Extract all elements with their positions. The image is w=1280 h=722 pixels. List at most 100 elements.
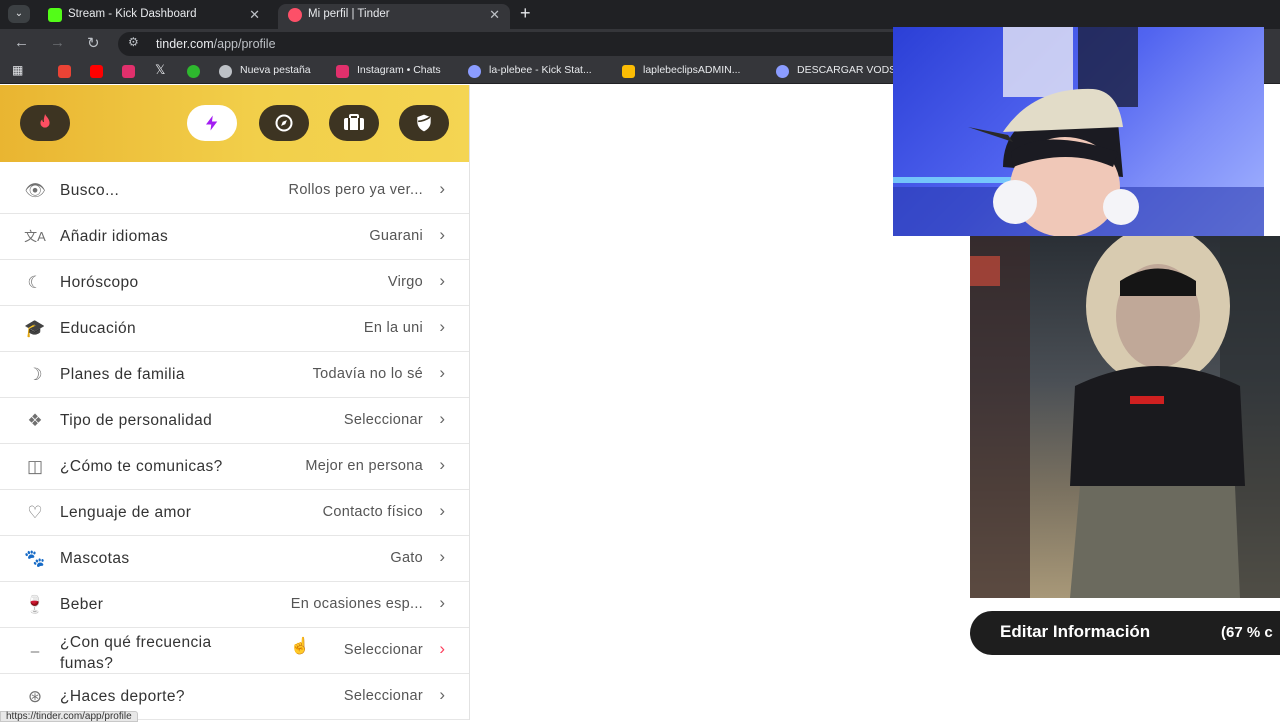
x-twitter-icon[interactable]: 𝕏 — [155, 62, 165, 78]
row-label: Beber — [60, 596, 104, 613]
profile-photo[interactable] — [970, 236, 1280, 598]
hand-cursor-icon: ☝ — [290, 638, 310, 655]
profile-completion-percent: (67 % c — [1221, 624, 1273, 641]
toolbox-icon — [344, 113, 364, 130]
glass-icon: 🍷 — [24, 595, 46, 614]
bookmark-nueva-pestana[interactable]: Nueva pestaña — [240, 64, 311, 76]
toolbox-button[interactable] — [329, 105, 379, 141]
webcam-overlay — [893, 27, 1264, 236]
bookmark-descargar-vods[interactable]: DESCARGAR VODS — [797, 64, 896, 76]
row-value: Seleccionar — [343, 412, 423, 428]
reload-icon[interactable]: ↻ — [87, 34, 100, 52]
globe-icon — [219, 65, 232, 78]
eye-icon: 👁 — [24, 181, 46, 200]
row-label: Añadir idiomas — [60, 228, 169, 245]
bookmark-instagram-chats[interactable]: Instagram • Chats — [357, 64, 441, 76]
row-label: Busco... — [60, 182, 120, 199]
tab-search-dropdown[interactable]: ⌄ — [8, 5, 30, 23]
profile-sidebar: 👁 Busco... Rollos pero ya ver... › 文A Añ… — [0, 85, 470, 720]
row-comunicas[interactable]: ◫ ¿Cómo te comunicas? Mejor en persona › — [0, 444, 469, 490]
close-tab-icon[interactable]: ✕ — [249, 4, 260, 25]
heart-chat-icon: ♡ — [27, 503, 43, 522]
chevron-right-icon: › — [439, 409, 445, 428]
instagram-icon[interactable] — [122, 65, 135, 78]
chevron-right-icon: › — [439, 317, 445, 336]
chat-icon: ◫ — [26, 457, 44, 476]
row-label: Planes de familia — [60, 366, 185, 383]
url-bar[interactable]: ⚙ tinder.com/app/profile — [118, 32, 918, 56]
row-personalidad[interactable]: ❖ Tipo de personalidad Seleccionar › — [0, 398, 469, 444]
bookmark-kick-stats[interactable]: la-plebee - Kick Stat... — [489, 64, 592, 76]
safety-shield-icon — [417, 114, 431, 132]
bookmark-clips-admin[interactable]: laplebeclipsADMIN... — [643, 64, 740, 76]
row-lenguaje-amor[interactable]: ♡ Lenguaje de amor Contacto físico › — [0, 490, 469, 536]
row-value: Seleccionar — [343, 688, 423, 704]
gmail-icon[interactable] — [58, 65, 71, 78]
url-text[interactable]: tinder.com/app/profile — [156, 37, 276, 51]
instagram-icon — [336, 65, 349, 78]
row-value: Seleccionar — [343, 642, 423, 658]
row-horoscopo[interactable]: ☾ Horóscopo Virgo › — [0, 260, 469, 306]
row-value: En ocasiones esp... — [290, 596, 423, 612]
edit-info-button[interactable]: Editar Información (67 % c — [970, 611, 1280, 655]
row-label: Lenguaje de amor — [60, 504, 192, 521]
profile-photo-image — [970, 236, 1280, 598]
row-value: Contacto físico — [322, 504, 423, 520]
site-settings-icon[interactable]: ⚙ — [128, 35, 139, 49]
tab-tinder-profile[interactable]: Mi perfil | Tinder ✕ — [278, 4, 510, 29]
status-bar-url: https://tinder.com/app/profile — [0, 711, 138, 722]
chevron-right-icon: › — [439, 225, 445, 244]
puzzle-icon: ❖ — [27, 411, 43, 430]
sidebar-header — [0, 85, 469, 162]
profile-home-button[interactable] — [20, 105, 70, 141]
chevron-right-icon: › — [439, 271, 445, 290]
dumbbell-icon: ⊛ — [27, 687, 43, 706]
row-value: Guarani — [369, 228, 423, 244]
chevron-right-icon: › — [439, 455, 445, 474]
row-busco[interactable]: 👁 Busco... Rollos pero ya ver... › — [0, 168, 469, 214]
row-value: En la uni — [363, 320, 423, 336]
row-value: Virgo — [387, 274, 423, 290]
youtube-icon[interactable] — [90, 65, 103, 78]
bookmark-green-icon[interactable] — [187, 65, 200, 78]
row-label: Mascotas — [60, 550, 130, 567]
row-mascotas[interactable]: 🐾 Mascotas Gato › — [0, 536, 469, 582]
close-tab-icon[interactable]: ✕ — [489, 4, 500, 25]
boost-button[interactable] — [187, 105, 237, 141]
explore-button[interactable] — [259, 105, 309, 141]
webcam-person-image — [893, 27, 1264, 236]
apps-grid-icon[interactable]: ▦ — [12, 63, 23, 77]
safety-button[interactable] — [399, 105, 449, 141]
chevron-right-icon: › — [439, 501, 445, 520]
tab-title: Mi perfil | Tinder — [308, 8, 390, 20]
drive-icon — [622, 65, 635, 78]
kick-favicon-icon — [48, 8, 62, 22]
download-site-icon — [776, 65, 789, 78]
edit-info-label: Editar Información — [1000, 622, 1151, 641]
browser-tab-strip: ⌄ Stream - Kick Dashboard ✕ Mi perfil | … — [0, 0, 1280, 29]
moon-icon: ☾ — [27, 273, 43, 292]
tab-kick-dashboard[interactable]: Stream - Kick Dashboard ✕ — [38, 4, 270, 29]
chevron-right-icon: › — [439, 363, 445, 382]
row-label: Tipo de personalidad — [60, 412, 213, 429]
graduation-cap-icon: 🎓 — [24, 319, 46, 338]
tinder-flame-icon — [40, 113, 50, 128]
chevron-right-icon: › — [439, 179, 445, 198]
chevron-right-icon: › — [439, 639, 445, 658]
forward-arrow-icon[interactable]: → — [50, 34, 65, 51]
row-planes-familia[interactable]: ☽ Planes de familia Todavía no lo sé › — [0, 352, 469, 398]
row-value: Todavía no lo sé — [312, 366, 423, 382]
cradle-icon: ☽ — [27, 365, 43, 384]
paw-icon: 🐾 — [24, 549, 46, 568]
row-label: Educación — [60, 320, 136, 337]
boost-bolt-icon — [206, 115, 218, 131]
back-arrow-icon[interactable]: ← — [14, 34, 29, 51]
row-educacion[interactable]: 🎓 Educación En la uni › — [0, 306, 469, 352]
row-label: ¿Haces deporte? — [60, 688, 185, 705]
row-idiomas[interactable]: 文A Añadir idiomas Guarani › — [0, 214, 469, 260]
language-icon: 文A — [24, 229, 46, 244]
row-beber[interactable]: 🍷 Beber En ocasiones esp... › — [0, 582, 469, 628]
explore-compass-icon — [275, 114, 293, 132]
new-tab-icon[interactable]: + — [520, 3, 531, 24]
row-fumar[interactable]: ⎯ ¿Con qué frecuencia fumas? Seleccionar… — [0, 628, 469, 674]
